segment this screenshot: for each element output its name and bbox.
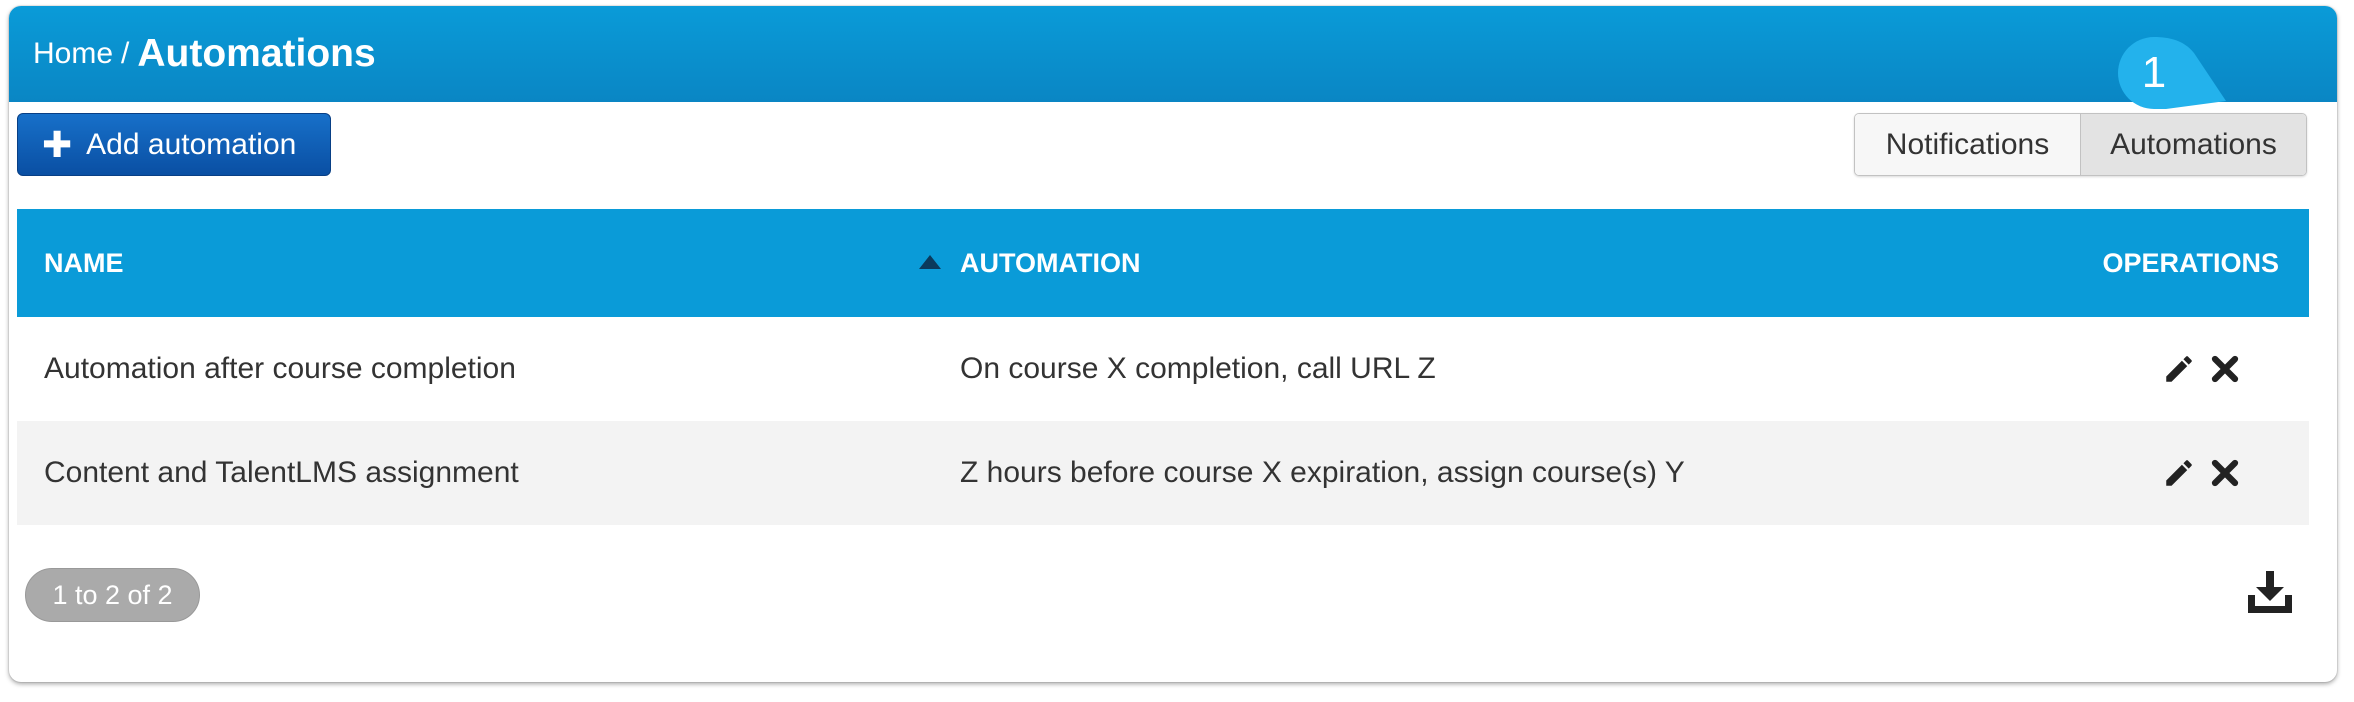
row-operations [2161, 421, 2243, 525]
row-automation: Z hours before course X expiration, assi… [960, 456, 1685, 489]
row-automation: On course X completion, call URL Z [960, 352, 1436, 385]
close-icon[interactable] [2207, 455, 2243, 491]
breadcrumb-separator: / [121, 37, 130, 70]
column-header-name[interactable]: NAME [44, 209, 124, 317]
toggle-automations[interactable]: Automations [2081, 114, 2306, 175]
pencil-icon[interactable] [2161, 455, 2197, 491]
table-row: Automation after course completion On co… [17, 317, 2309, 421]
add-automation-button[interactable]: ✚ Add automation [17, 113, 331, 176]
page-header: Home / Automations [9, 6, 2337, 102]
view-toggle: Notifications Automations [1854, 113, 2307, 176]
table-header: NAME AUTOMATION OPERATIONS [17, 209, 2309, 317]
add-automation-label: Add automation [86, 127, 297, 161]
page-title: Automations [137, 32, 376, 75]
pencil-icon[interactable] [2161, 351, 2197, 387]
pagination-summary: 1 to 2 of 2 [25, 568, 200, 622]
tour-step-number: 1 [2141, 48, 2167, 97]
toggle-notifications[interactable]: Notifications [1855, 114, 2081, 175]
download-icon[interactable] [2246, 571, 2294, 615]
close-icon[interactable] [2207, 351, 2243, 387]
row-name: Content and TalentLMS assignment [44, 456, 519, 489]
plus-icon: ✚ [42, 123, 73, 165]
sort-ascending-icon[interactable] [919, 255, 941, 269]
row-name: Automation after course completion [44, 352, 516, 385]
table-row: Content and TalentLMS assignment Z hours… [17, 421, 2309, 525]
row-operations [2161, 317, 2243, 421]
column-header-automation[interactable]: AUTOMATION [960, 209, 1140, 317]
breadcrumb-home-link[interactable]: Home [33, 37, 113, 71]
column-header-operations: OPERATIONS [2102, 247, 2279, 278]
